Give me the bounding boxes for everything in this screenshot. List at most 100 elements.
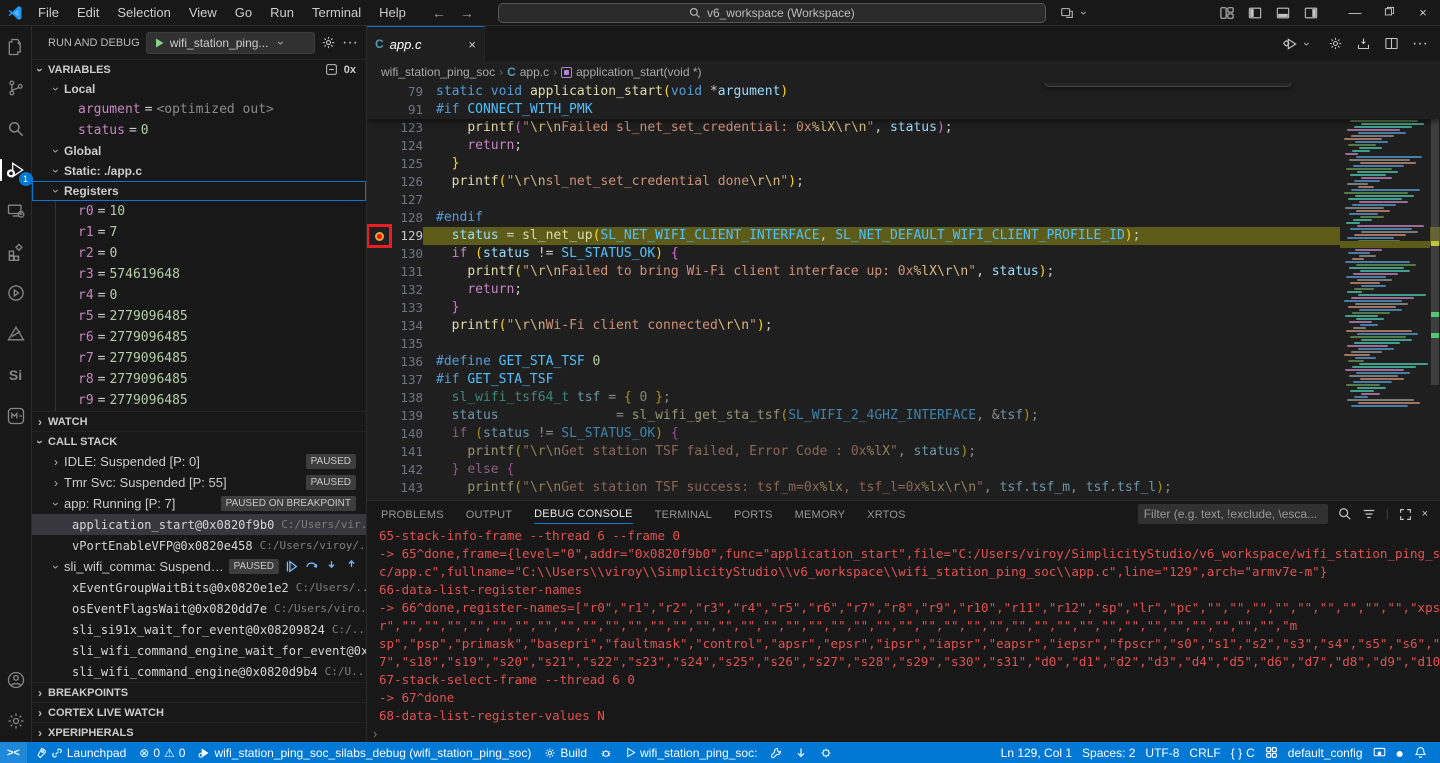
register-row[interactable]: r7=2779096485 [56,348,366,369]
debug-config-indicator[interactable]: wifi_station_ping_soc_silabs_debug (wifi… [193,742,536,763]
extensions-icon[interactable] [3,239,29,265]
customize-layout-icon[interactable] [1220,6,1234,20]
code-line[interactable]: 142 } else { [367,461,1440,479]
menu-item-file[interactable]: File [30,3,67,22]
gutter-cell[interactable] [367,371,391,389]
debug-launch-button[interactable] [815,742,837,763]
gutter-cell[interactable] [367,245,391,263]
tools-button[interactable] [765,742,787,763]
more-editor-actions-icon[interactable]: ··· [1412,35,1428,53]
menu-item-edit[interactable]: Edit [69,3,107,22]
code-line[interactable]: 137#if GET_STA_TSF [367,371,1440,389]
step-over-thread-icon[interactable] [305,560,318,573]
call-stack-thread[interactable]: ›Tmr Svc: Suspended [P: 55]PAUSED [32,472,366,493]
split-editor-icon[interactable] [1384,36,1399,51]
search-icon[interactable] [1338,507,1352,521]
register-row[interactable]: r6=2779096485 [56,327,366,348]
gutter-cell[interactable] [367,389,391,407]
restore-icon[interactable] [1372,5,1406,20]
minimap[interactable] [1340,83,1430,500]
continue-thread-icon[interactable] [285,560,298,573]
xperipherals-section-header[interactable]: ›XPERIPHERALS [32,722,366,742]
search-icon[interactable] [3,116,29,142]
remote-explorer-icon[interactable] [3,198,29,224]
gutter-cell[interactable] [367,119,391,137]
live-share-icon[interactable] [3,280,29,306]
flash-download-button[interactable] [790,742,812,763]
toggle-secondary-sidebar-icon[interactable] [1304,6,1318,20]
more-actions-icon[interactable]: ··· [342,34,358,52]
gutter-cell[interactable] [367,299,391,317]
code-line[interactable]: 126 printf("\r\nsl_net_set_credential do… [367,173,1440,191]
marketplace-icon[interactable] [3,403,29,429]
gutter-cell[interactable] [367,191,391,209]
launch-config-select[interactable]: wifi_station_ping... › [146,32,315,54]
code-line[interactable]: 130 if (status != SL_STATUS_OK) { [367,245,1440,263]
gutter-cell[interactable] [367,209,391,227]
settings-gear-icon[interactable] [3,708,29,734]
menu-bar[interactable]: FileEditSelectionViewGoRunTerminalHelp [30,3,414,22]
menu-item-go[interactable]: Go [227,3,260,22]
indentation-setting[interactable]: Spaces: 2 [1077,746,1140,760]
minimize-icon[interactable]: — [1338,5,1372,20]
call-stack-frame[interactable]: sli_wifi_command_engine@0x0820d9b4C:/U..… [32,661,366,682]
cortex-live-watch-section-header[interactable]: ›CORTEX LIVE WATCH [32,702,366,722]
gutter-cell[interactable] [367,317,391,335]
call-stack-frame[interactable]: sli_wifi_command_engine_wait_for_event@0… [32,640,366,661]
breakpoint-icon[interactable] [375,232,384,241]
toggle-panel-icon[interactable] [1276,6,1290,20]
code-line[interactable]: 91#if CONNECT_WITH_PMK [367,101,1440,119]
call-stack-frame[interactable]: vPortEnableVFP@0x0820e458C:/Users/viroy/… [32,535,366,556]
gutter-cell[interactable] [367,425,391,443]
close-window-icon[interactable]: × [1406,5,1440,20]
run-target-button[interactable]: wifi_station_ping_soc: [620,742,762,763]
debug-settings-gear-icon[interactable] [321,35,336,50]
step-out-thread-icon[interactable] [345,560,358,573]
call-stack-thread[interactable]: ›app: Running [P: 7]PAUSED ON BREAKPOINT [32,493,366,514]
panel-tab-xrtos[interactable]: XRTOS [867,505,906,524]
variables-group-global[interactable]: ›Global [32,141,366,161]
active-config[interactable]: default_config [1283,746,1368,760]
filter-lines-icon[interactable] [1362,507,1376,521]
nav-forward-icon[interactable]: → [460,5,474,21]
variable-row[interactable]: status=0 [32,120,366,141]
call-stack-thread[interactable]: ›IDLE: Suspended [P: 0]PAUSED [32,451,366,472]
problems-indicator[interactable]: ⊗0 ⚠0 [134,742,190,763]
encoding-setting[interactable]: UTF-8 [1140,746,1184,760]
close-panel-icon[interactable]: × [1422,508,1428,520]
panel-tab-output[interactable]: OUTPUT [466,505,512,524]
notifications-button[interactable] [1409,746,1432,759]
code-line[interactable]: 141 printf("\r\nGet station TSF failed, … [367,443,1440,461]
launchpad-button[interactable]: Launchpad [30,742,131,763]
variables-group-local[interactable]: ›Local [32,79,366,99]
menu-item-terminal[interactable]: Terminal [304,3,369,22]
console-filter-input[interactable]: Filter (e.g. text, !exclude, \esca... [1138,504,1328,524]
call-stack-section-header[interactable]: ›CALL STACK [32,431,366,451]
code-line[interactable]: 125 } [367,155,1440,173]
clone-repo-icon[interactable]: › [1060,6,1092,20]
screencast-button[interactable] [1368,746,1391,759]
run-or-debug-icon[interactable]: › [1283,36,1315,52]
register-row[interactable]: r3=574619648 [56,264,366,285]
cursor-position[interactable]: Ln 129, Col 1 [996,746,1077,760]
run-and-debug-icon[interactable]: 1 [3,157,29,183]
code-line[interactable]: 128#endif [367,209,1440,227]
step-into-thread-icon[interactable] [325,560,338,573]
code-line[interactable]: 124 return; [367,137,1440,155]
extension-grid-button[interactable] [1260,746,1283,759]
gutter-cell[interactable] [367,335,391,353]
menu-item-run[interactable]: Run [262,3,302,22]
status-circle-indicator[interactable]: ● [1391,745,1409,761]
gutter-cell[interactable] [367,407,391,425]
code-line[interactable]: 129 status = sl_net_up(SL_NET_WIFI_CLIEN… [367,227,1440,245]
code-line[interactable]: 140 if (status != SL_STATUS_OK) { [367,425,1440,443]
nav-back-icon[interactable]: ← [432,5,446,21]
silicon-labs-icon[interactable]: Si [3,362,29,388]
register-row[interactable]: r8=2779096485 [56,369,366,390]
code-line[interactable]: 127 [367,191,1440,209]
code-line[interactable]: 143 printf("\r\nGet station TSF success:… [367,479,1440,497]
accounts-icon[interactable] [3,667,29,693]
toggle-sidebar-icon[interactable] [1248,6,1262,20]
code-line[interactable]: 133 } [367,299,1440,317]
code-line[interactable]: 134 printf("\r\nWi-Fi client connected\r… [367,317,1440,335]
